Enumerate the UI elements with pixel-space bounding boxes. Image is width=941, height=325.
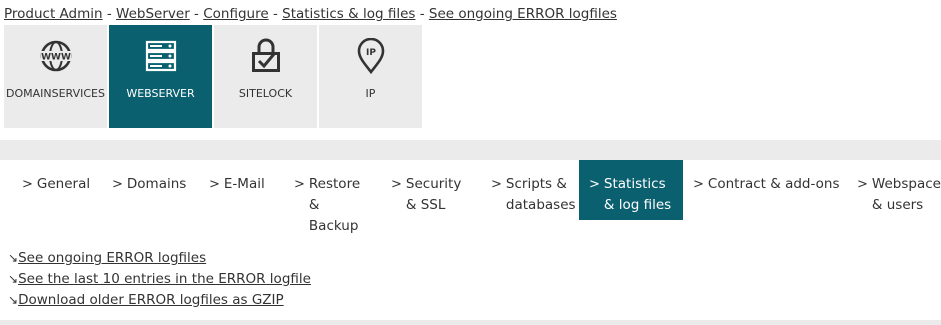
list-item: ↘See the last 10 entries in the ERROR lo… — [8, 269, 311, 290]
service-tile-ip[interactable]: IP IP — [319, 25, 422, 128]
service-label: IP — [365, 87, 376, 100]
list-item: ↘Download older ERROR logfiles as GZIP — [8, 290, 311, 311]
tab-label: Security & SSL — [405, 176, 462, 213]
logfile-links: ↘See ongoing ERROR logfiles ↘See the las… — [8, 248, 311, 311]
tab-label: General — [36, 176, 91, 192]
arrow-down-right-icon: ↘ — [8, 272, 19, 286]
breadcrumb: Product Admin - WebServer - Configure - … — [4, 5, 617, 23]
tab-label: Statistics & log files — [603, 176, 672, 213]
arrow-down-right-icon: ↘ — [8, 251, 19, 265]
service-tile-domainservices[interactable]: WWW DOMAINSERVICES — [4, 25, 107, 128]
tab-domains[interactable]: > Domains — [102, 160, 199, 220]
www-globe-icon: WWW — [38, 38, 74, 74]
service-tile-sitelock[interactable]: SITELOCK — [214, 25, 317, 128]
link-see-ongoing-error-logfiles[interactable]: See ongoing ERROR logfiles — [18, 250, 206, 266]
ip-pin-icon: IP — [353, 38, 389, 74]
service-label: SITELOCK — [238, 87, 293, 100]
tab-scripts-databases[interactable]: > Scripts & databases — [481, 160, 579, 220]
link-download-older-logfiles-gzip[interactable]: Download older ERROR logfiles as GZIP — [18, 292, 284, 308]
service-label: WEBSERVER — [126, 87, 195, 100]
breadcrumb-separator: - — [194, 6, 199, 22]
service-label: DOMAINSERVICES — [6, 87, 105, 100]
tab-label: Restore & Backup — [308, 176, 361, 234]
chevron-right-icon: > — [391, 177, 402, 192]
chevron-right-icon: > — [693, 177, 704, 192]
chevron-right-icon: > — [857, 177, 868, 192]
breadcrumb-separator: - — [419, 6, 425, 22]
chevron-right-icon: > — [22, 177, 33, 192]
breadcrumb-separator: - — [272, 6, 278, 22]
breadcrumb-configure[interactable]: Configure — [203, 6, 268, 22]
svg-text:IP: IP — [366, 48, 376, 58]
server-icon — [143, 38, 179, 74]
chevron-right-icon: > — [589, 177, 600, 192]
tab-label: Scripts & databases — [505, 176, 576, 213]
tab-restore-backup[interactable]: > Restore & Backup — [284, 160, 381, 234]
arrow-down-right-icon: ↘ — [8, 293, 19, 307]
svg-text:WWW: WWW — [41, 53, 71, 63]
section-divider — [0, 140, 941, 160]
tab-webspace-users[interactable]: > Webspace & users — [847, 160, 941, 220]
config-tabs: > General > Domains > E-Mail > Restore &… — [12, 160, 941, 234]
tab-security-ssl[interactable]: > Security & SSL — [381, 160, 481, 220]
link-see-last-10-entries[interactable]: See the last 10 entries in the ERROR log… — [18, 271, 311, 287]
chevron-right-icon: > — [491, 177, 502, 192]
tab-label: Domains — [126, 176, 187, 192]
chevron-right-icon: > — [209, 177, 220, 192]
breadcrumb-ongoing-error-logfiles[interactable]: See ongoing ERROR logfiles — [429, 6, 617, 22]
tab-label: Contract & add-ons — [707, 176, 840, 192]
breadcrumb-product-admin[interactable]: Product Admin — [4, 6, 103, 22]
breadcrumb-statistics-log-files[interactable]: Statistics & log files — [282, 6, 415, 22]
tab-label: Webspace & users — [871, 176, 941, 213]
breadcrumb-webserver[interactable]: WebServer — [116, 6, 190, 22]
tab-general[interactable]: > General — [12, 160, 102, 220]
service-tiles: WWW DOMAINSERVICES WEBSERVER SITELOCK IP… — [4, 25, 424, 128]
lock-check-icon — [248, 38, 284, 74]
tab-email[interactable]: > E-Mail — [199, 160, 284, 220]
list-item: ↘See ongoing ERROR logfiles — [8, 248, 311, 269]
chevron-right-icon: > — [294, 177, 305, 192]
service-tile-webserver[interactable]: WEBSERVER — [109, 25, 212, 128]
tab-contract-addons[interactable]: > Contract & add-ons — [683, 160, 847, 220]
breadcrumb-separator: - — [106, 6, 112, 22]
chevron-right-icon: > — [112, 177, 123, 192]
bottom-divider — [0, 320, 941, 325]
tab-label: E-Mail — [223, 176, 265, 192]
tab-statistics-log-files[interactable]: > Statistics & log files — [579, 160, 683, 220]
